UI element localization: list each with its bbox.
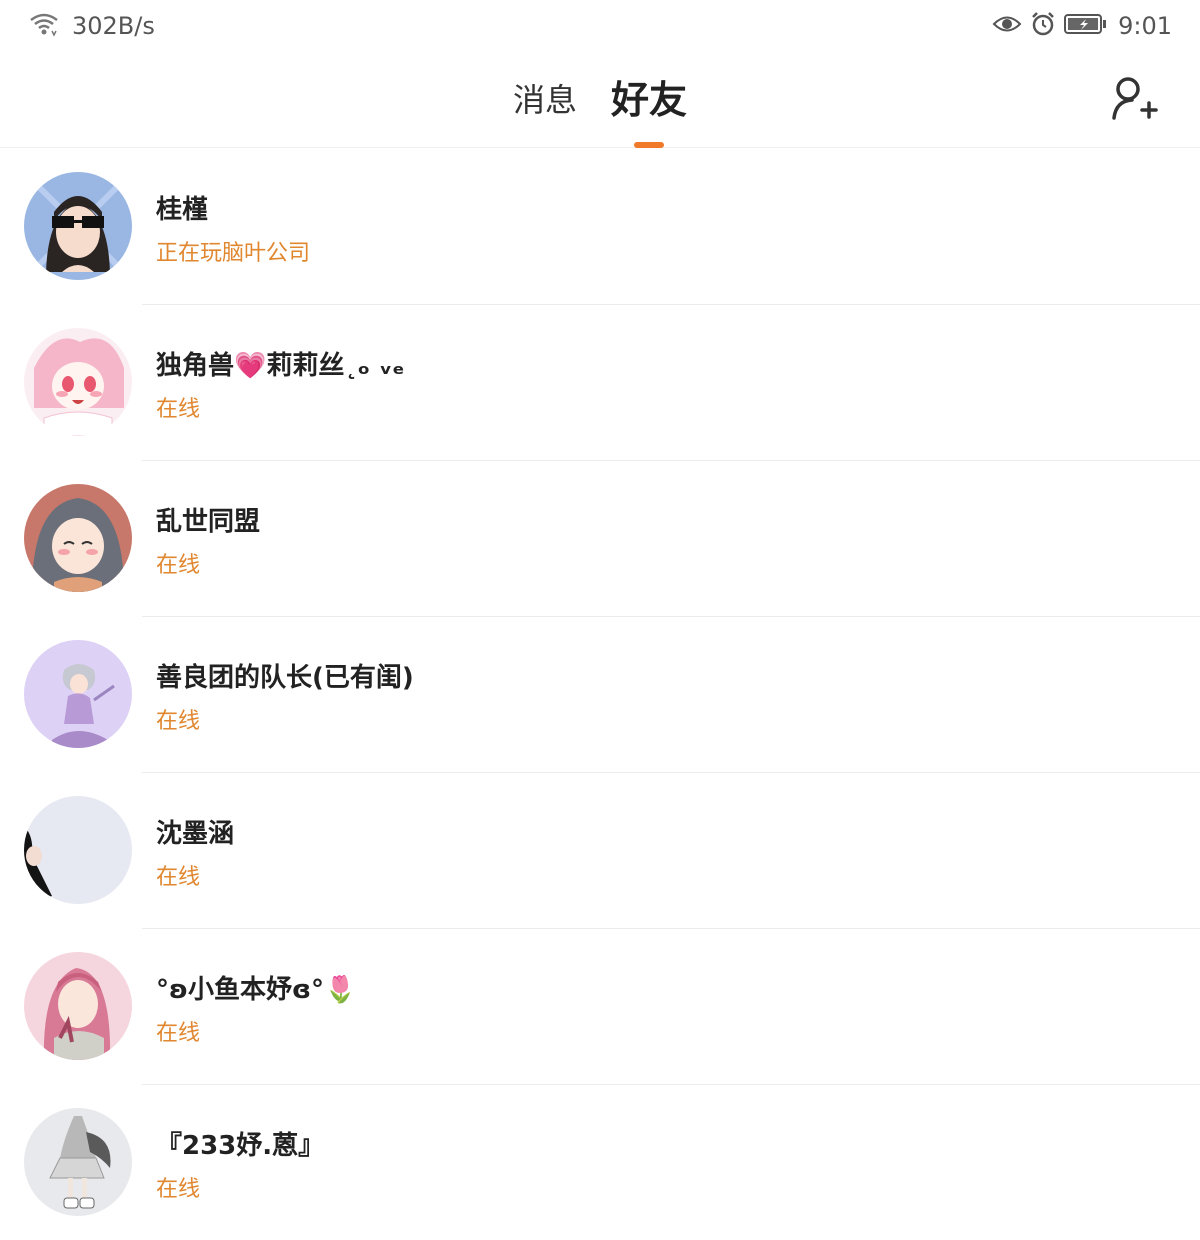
- avatar: [24, 952, 132, 1060]
- friend-name: 乱世同盟: [156, 507, 261, 537]
- friend-name: 『233妤.蒽』: [156, 1131, 325, 1161]
- friend-name: °ʚ小鱼本妤ɞ°🌷: [156, 975, 357, 1005]
- header: 消息 好友: [0, 52, 1200, 148]
- friend-item[interactable]: 桂槿 正在玩脑叶公司: [0, 149, 1200, 305]
- add-friend-icon: [1112, 77, 1158, 120]
- tab-friends[interactable]: 好友: [594, 52, 704, 148]
- friend-name: 独角兽💗莉莉丝˛ₒ ᵥₑ: [156, 351, 405, 381]
- avatar: [24, 796, 132, 904]
- active-tab-indicator: [634, 142, 664, 148]
- avatar: [24, 1108, 132, 1216]
- friend-name: 善良团的队长(已有闺): [156, 663, 414, 693]
- friend-status: 在线: [156, 865, 201, 890]
- clock-time: 9:01: [1118, 12, 1172, 40]
- status-bar: 302B/s 9:01: [0, 0, 1200, 52]
- avatar: [24, 328, 132, 436]
- battery-charging-icon: [1064, 13, 1108, 39]
- friend-status: 在线: [156, 1177, 201, 1202]
- friend-list: 桂槿 正在玩脑叶公司 独角兽💗莉莉丝˛ₒ ᵥₑ 在线 乱世同盟 在线 善良团的队…: [0, 149, 1200, 1240]
- avatar: [24, 484, 132, 592]
- avatar: [24, 640, 132, 748]
- friend-item[interactable]: 沈墨涵 在线: [0, 773, 1200, 929]
- network-speed: 302B/s: [72, 12, 155, 40]
- friend-status: 正在玩脑叶公司: [156, 241, 311, 266]
- tab-bar: 消息 好友: [0, 52, 1200, 148]
- friend-item[interactable]: 善良团的队长(已有闺) 在线: [0, 617, 1200, 773]
- friend-item[interactable]: 独角兽💗莉莉丝˛ₒ ᵥₑ 在线: [0, 305, 1200, 461]
- friend-status: 在线: [156, 709, 201, 734]
- tab-messages[interactable]: 消息: [496, 52, 594, 148]
- wifi-icon: [28, 11, 60, 41]
- friend-item[interactable]: 乱世同盟 在线: [0, 461, 1200, 617]
- friend-status: 在线: [156, 397, 201, 422]
- eye-icon: [992, 13, 1022, 39]
- avatar: [24, 172, 132, 280]
- friend-name: 桂槿: [156, 195, 209, 225]
- add-friend-button[interactable]: [1110, 74, 1160, 124]
- friend-item[interactable]: °ʚ小鱼本妤ɞ°🌷 在线: [0, 929, 1200, 1085]
- tab-friends-label: 好友: [611, 78, 688, 122]
- friend-status: 在线: [156, 1021, 201, 1046]
- alarm-icon: [1030, 11, 1056, 41]
- friend-status: 在线: [156, 553, 201, 578]
- friend-item[interactable]: 『233妤.蒽』 在线: [0, 1085, 1200, 1240]
- friend-name: 沈墨涵: [156, 819, 235, 849]
